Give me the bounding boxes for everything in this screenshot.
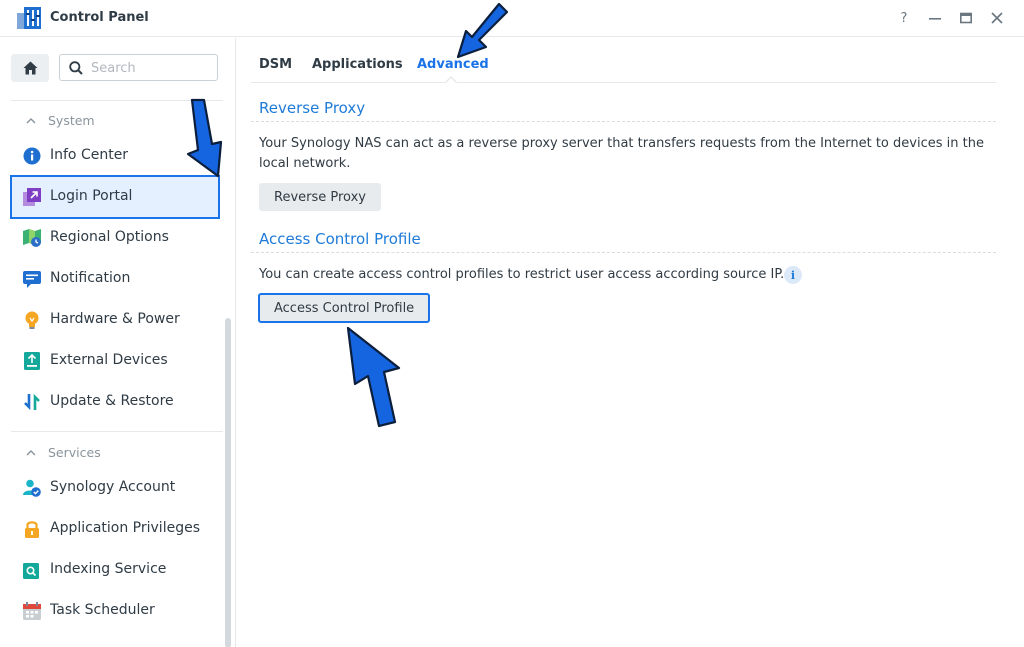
external-device-icon <box>24 352 40 370</box>
sidebar-item-indexing-service[interactable]: Indexing Service <box>14 552 216 588</box>
sidebar-item-synology-account[interactable]: Synology Account <box>14 470 216 506</box>
sidebar-item-login-portal[interactable]: Login Portal <box>10 175 220 219</box>
notification-icon <box>23 271 41 288</box>
maximize-button[interactable] <box>957 9 975 27</box>
sidebar-item-regional-options[interactable]: Regional Options <box>14 220 216 256</box>
group-header-system[interactable]: System <box>26 112 95 128</box>
chevron-up-icon <box>26 114 36 127</box>
sidebar-item-hardware-power[interactable]: Hardware & Power <box>14 302 216 338</box>
title-bar: Control Panel ? <box>0 0 1024 37</box>
sidebar-scrollbar[interactable] <box>225 318 231 647</box>
update-restore-icon <box>24 393 40 411</box>
regional-options-icon <box>23 229 41 247</box>
indexing-service-icon <box>23 563 39 579</box>
sidebar-item-label: Regional Options <box>50 229 169 245</box>
sidebar-item-notification[interactable]: Notification <box>14 261 216 297</box>
tabs-divider <box>251 82 996 83</box>
sidebar-item-label: Indexing Service <box>50 561 167 577</box>
tab-applications[interactable]: Applications <box>312 57 403 72</box>
sidebar-item-label: Hardware & Power <box>50 311 180 327</box>
annotation-arrow-login-portal <box>186 98 223 178</box>
sidebar-item-label: Info Center <box>50 147 129 163</box>
sidebar-item-label: Login Portal <box>50 188 133 204</box>
home-icon <box>23 61 37 75</box>
access-control-description: You can create access control profiles t… <box>259 267 785 282</box>
search-input[interactable] <box>91 59 211 77</box>
close-icon <box>991 12 1003 24</box>
help-button[interactable]: ? <box>895 9 913 27</box>
sidebar-item-label: Task Scheduler <box>50 602 155 618</box>
minimize-button[interactable] <box>926 9 944 27</box>
search-box[interactable] <box>59 54 218 81</box>
section-divider <box>251 252 996 253</box>
annotation-arrow-tab <box>456 2 509 59</box>
lock-icon <box>25 521 39 538</box>
sidebar-item-label: Synology Account <box>50 479 176 495</box>
control-panel-app-icon <box>17 7 41 29</box>
calendar-icon <box>23 602 41 620</box>
section-title-access-control-profile: Access Control Profile <box>259 230 421 248</box>
maximize-icon <box>960 12 972 24</box>
sidebar-divider <box>11 431 223 432</box>
sidebar-item-label: External Devices <box>50 352 168 368</box>
active-tab-indicator-inner <box>446 78 456 83</box>
tab-bar: DSM Applications Advanced <box>236 38 1024 83</box>
section-divider <box>251 121 996 122</box>
tab-dsm[interactable]: DSM <box>259 57 292 72</box>
search-icon <box>69 61 83 75</box>
group-label: Services <box>48 444 101 460</box>
sidebar-item-label: Notification <box>50 270 131 286</box>
minimize-icon <box>929 18 941 20</box>
sidebar-item-external-devices[interactable]: External Devices <box>14 343 216 379</box>
group-label: System <box>48 112 95 128</box>
close-button[interactable] <box>988 9 1006 27</box>
reverse-proxy-description-line1: Your Synology NAS can act as a reverse p… <box>259 136 984 151</box>
sidebar-item-label: Update & Restore <box>50 393 174 409</box>
info-icon[interactable]: i <box>784 266 802 284</box>
access-control-profile-button[interactable]: Access Control Profile <box>258 293 431 323</box>
login-portal-icon <box>23 188 41 206</box>
sidebar-item-label: Application Privileges <box>50 520 200 536</box>
window-title: Control Panel <box>50 10 149 25</box>
info-circle-icon <box>23 147 41 165</box>
reverse-proxy-button[interactable]: Reverse Proxy <box>259 183 381 211</box>
sidebar-item-task-scheduler[interactable]: Task Scheduler <box>14 593 216 629</box>
sidebar-item-application-privileges[interactable]: Application Privileges <box>14 511 216 547</box>
annotation-arrow-access-control <box>346 326 401 428</box>
group-header-services[interactable]: Services <box>26 444 101 460</box>
home-button[interactable] <box>11 54 49 82</box>
sidebar-item-update-restore[interactable]: Update & Restore <box>14 384 216 420</box>
synology-account-icon <box>23 479 41 497</box>
chevron-up-icon <box>26 446 36 459</box>
lightbulb-icon <box>25 311 39 329</box>
section-title-reverse-proxy: Reverse Proxy <box>259 99 366 117</box>
reverse-proxy-description-line2: local network. <box>259 156 351 171</box>
